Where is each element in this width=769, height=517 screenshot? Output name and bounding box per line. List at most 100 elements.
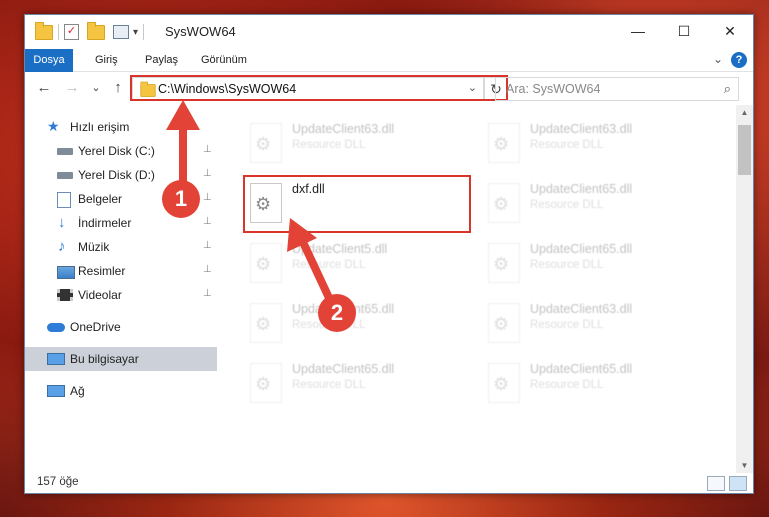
search-box[interactable]: Ara: SysWOW64 ⌕ [495,77,739,101]
scroll-up-icon[interactable]: ▲ [736,108,753,117]
sidebar-item-onedrive[interactable]: OneDrive [25,315,217,339]
dll-file-icon [250,123,282,163]
scroll-down-icon[interactable]: ▼ [736,461,753,470]
tab-paylas[interactable]: Paylaş [135,49,188,71]
dll-file-icon [250,243,282,283]
recent-locations-chevron-icon[interactable]: ⌄ [87,78,105,98]
sidebar-item-label: Bu bilgisayar [70,352,139,366]
computer-icon [47,353,65,365]
sidebar-item-pictures[interactable]: Resimler ⊥ [25,259,217,283]
sidebar-item-network[interactable]: Ağ [25,379,217,403]
callout-1-badge: 1 [162,180,200,218]
sidebar-item-label: Resimler [78,264,126,278]
close-button[interactable]: ✕ [707,15,753,47]
file-type: Resource DLL [530,259,604,271]
file-item[interactable]: UpdateClient65.dll Resource DLL [482,237,718,289]
sidebar-item-label: Müzik [78,240,110,254]
tab-gorunum[interactable]: Görünüm [191,49,257,71]
file-item[interactable]: UpdateClient65.dll Resource DLL [482,177,718,229]
dll-file-icon [250,303,282,343]
sidebar-item-quick-access[interactable]: ★ Hızlı erişim [25,115,217,139]
pin-icon[interactable]: ⊥ [203,240,212,251]
up-button[interactable]: ↑ [109,78,127,98]
network-icon [47,385,65,397]
sidebar-item-videos[interactable]: Videolar ⊥ [25,283,217,307]
file-type: Resource DLL [530,139,604,151]
file-type: Resource DLL [292,379,366,391]
search-icon[interactable]: ⌕ [724,81,731,97]
callout-2-badge: 2 [318,294,356,332]
pictures-icon [57,266,75,279]
file-type: Resource DLL [530,199,604,211]
file-item[interactable]: UpdateClient63.dll Resource DLL [244,117,480,169]
explorer-window: ✓ ▾ SysWOW64 — ☐ ✕ Dosya Giriş Paylaş Gö… [24,14,754,494]
toolbar-separator [143,24,145,40]
expand-ribbon-chevron-icon[interactable]: ⌄ [713,52,723,66]
drive-icon [57,148,73,155]
file-item[interactable]: UpdateClient65.dll Resource DLL [244,297,480,349]
file-item[interactable]: UpdateClient63.dll Resource DLL [482,117,718,169]
search-input[interactable]: Ara: SysWOW64 [506,82,600,96]
file-type: Resource DLL [292,259,366,271]
sidebar-item-label: OneDrive [70,320,121,334]
file-item[interactable]: UpdateClient5.dll Resource DLL [244,237,480,289]
dll-file-icon [488,123,520,163]
sidebar-item-label: Yerel Disk (D:) [78,168,155,182]
cloud-icon [47,323,65,332]
maximize-button[interactable]: ☐ [661,15,707,47]
music-icon: ♪ [58,238,66,255]
scroll-thumb[interactable] [738,125,751,175]
file-highlight-box [243,175,471,233]
sidebar-item-music[interactable]: ♪ Müzik ⊥ [25,235,217,259]
pin-icon[interactable]: ⊥ [203,288,212,299]
toolbar-separator [58,24,59,40]
address-highlight-box [130,75,508,101]
dll-file-icon [488,363,520,403]
pin-icon[interactable]: ⊥ [203,144,212,155]
pin-icon[interactable]: ⊥ [203,216,212,227]
file-type: Resource DLL [530,319,604,331]
tab-giris[interactable]: Giriş [85,49,128,71]
navigation-bar: ← → ⌄ ↑ C:\Windows\SysWOW64 ⌄ ↻ Ara: Sys… [25,72,753,104]
file-name: UpdateClient5.dll [292,242,388,256]
file-item[interactable]: UpdateClient65.dll Resource DLL [482,357,718,409]
file-type: Resource DLL [292,139,366,151]
status-bar: 157 öğe [25,473,753,493]
customize-toolbar-chevron-icon[interactable]: ▾ [133,27,138,38]
properties-icon[interactable] [113,25,129,39]
file-item[interactable]: UpdateClient65.dll Resource DLL [244,357,480,409]
file-name: UpdateClient65.dll [530,182,633,196]
large-icons-view-icon[interactable] [729,476,747,491]
sidebar-item-label: İndirmeler [78,216,132,230]
file-name: UpdateClient65.dll [530,362,633,376]
pin-icon[interactable]: ⊥ [203,192,212,203]
file-item[interactable]: UpdateClient63.dll Resource DLL [482,297,718,349]
sidebar-item-label: Yerel Disk (C:) [78,144,155,158]
sidebar-item-label: Ağ [70,384,85,398]
sidebar-item-local-disk-c[interactable]: Yerel Disk (C:) ⊥ [25,139,217,163]
help-icon[interactable]: ? [731,52,747,68]
forward-button[interactable]: → [63,78,81,98]
item-count: 157 öğe [37,476,79,488]
minimize-button[interactable]: — [615,15,661,47]
dll-file-icon [488,303,520,343]
pin-icon[interactable]: ⊥ [203,168,212,179]
sidebar-item-this-pc[interactable]: Bu bilgisayar [25,347,217,371]
star-icon: ★ [47,118,60,134]
dll-file-icon [488,183,520,223]
sidebar-item-label: Belgeler [78,192,123,206]
properties-check-icon[interactable]: ✓ [64,24,79,40]
vertical-scrollbar[interactable]: ▲ ▼ [736,105,753,473]
file-list: UpdateClient63.dll Resource DLL UpdateCl… [218,105,736,473]
window-title: SysWOW64 [165,24,236,39]
sidebar-item-label: Hızlı erişim [70,120,130,134]
documents-icon [57,192,71,208]
file-name: UpdateClient63.dll [292,122,395,136]
pin-icon[interactable]: ⊥ [203,264,212,275]
drive-icon [57,172,73,179]
back-button[interactable]: ← [35,78,53,98]
quick-access-toolbar: ✓ ▾ [35,21,149,41]
details-view-icon[interactable] [707,476,725,491]
new-folder-icon[interactable] [87,21,105,40]
file-name: UpdateClient65.dll [530,242,633,256]
